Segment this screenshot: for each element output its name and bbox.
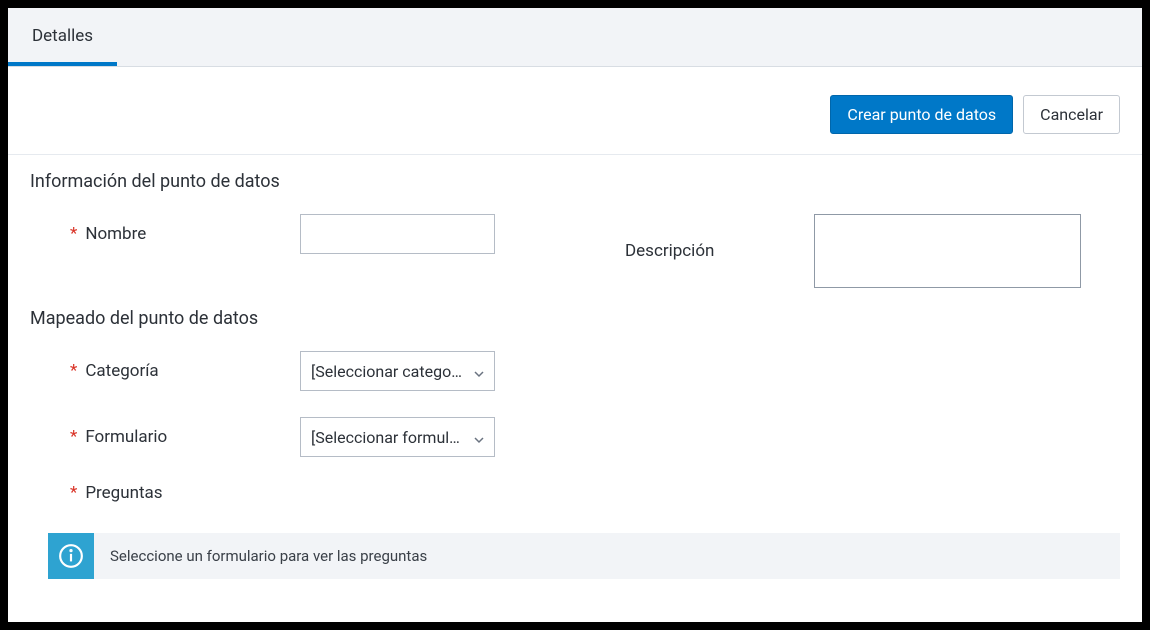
category-row: * Categoría	[30, 351, 1120, 391]
tab-details[interactable]: Detalles	[8, 8, 117, 66]
info-banner: Seleccione un formulario para ver las pr…	[48, 533, 1120, 579]
form-select[interactable]	[300, 417, 495, 457]
category-select[interactable]	[300, 351, 495, 391]
info-banner-text: Seleccione un formulario para ver las pr…	[94, 533, 443, 579]
mapping-section: * Categoría * Formulario	[30, 351, 1120, 579]
questions-row: * Preguntas	[30, 483, 1120, 503]
cancel-button[interactable]: Cancelar	[1023, 95, 1120, 134]
info-icon	[48, 533, 94, 579]
required-asterisk: *	[70, 483, 77, 503]
required-asterisk: *	[70, 224, 77, 244]
description-input[interactable]	[814, 214, 1081, 288]
section-title-mapping: Mapeado del punto de datos	[30, 308, 1120, 329]
tab-bar: Detalles	[8, 8, 1142, 67]
action-bar: Crear punto de datos Cancelar	[8, 67, 1142, 155]
category-label-text: Categoría	[85, 361, 158, 381]
name-label: * Nombre	[30, 224, 300, 244]
info-row: * Nombre Descripción	[30, 214, 1120, 288]
description-label: Descripción	[625, 241, 714, 261]
description-label-text: Descripción	[625, 241, 714, 261]
category-label: * Categoría	[30, 361, 300, 381]
form-label: * Formulario	[30, 427, 300, 447]
name-label-text: Nombre	[85, 224, 146, 244]
form-label-text: Formulario	[85, 427, 167, 447]
field-description-group: Descripción	[495, 214, 1120, 288]
section-title-info: Información del punto de datos	[30, 171, 1120, 192]
required-asterisk: *	[70, 427, 77, 447]
questions-label: * Preguntas	[30, 483, 300, 503]
category-select-wrapper	[300, 351, 495, 391]
name-input[interactable]	[300, 214, 495, 254]
form-row: * Formulario	[30, 417, 1120, 457]
app-window: Detalles Crear punto de datos Cancelar I…	[8, 8, 1142, 622]
create-button[interactable]: Crear punto de datos	[830, 95, 1013, 134]
field-name-group: * Nombre	[30, 214, 495, 254]
form-select-wrapper	[300, 417, 495, 457]
questions-label-text: Preguntas	[85, 483, 162, 503]
content-area: Información del punto de datos * Nombre …	[8, 155, 1142, 579]
required-asterisk: *	[70, 361, 77, 381]
